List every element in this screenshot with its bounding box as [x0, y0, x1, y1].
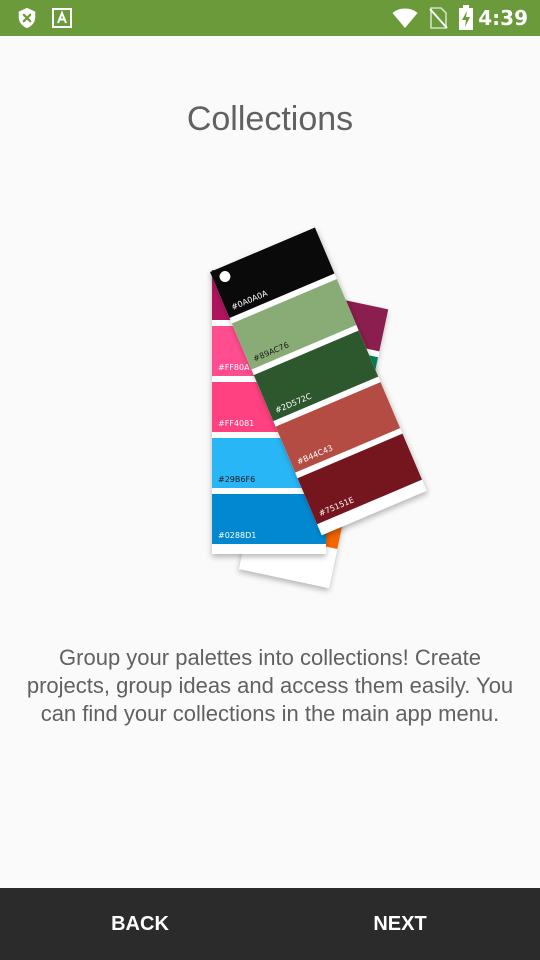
swatch-label: #FF80A [218, 363, 250, 372]
page-description: Group your palettes into collections! Cr… [26, 645, 514, 726]
battery-charging-icon [458, 0, 474, 36]
palette-fan-illustration: #B45 #00835B #0B0600 #F56600 #FF80A #FF4… [110, 210, 450, 600]
swatch-label: #29B6F6 [218, 475, 255, 484]
wifi-icon [392, 0, 418, 36]
back-button[interactable]: BACK [40, 888, 240, 960]
swatch-label: #FF4081 [218, 419, 254, 428]
text-a-icon [52, 0, 72, 36]
bottom-navigation-bar: BACK NEXT [0, 888, 540, 960]
swatch-label: #0288D1 [218, 531, 256, 540]
next-button[interactable]: NEXT [300, 888, 500, 960]
shield-x-icon [16, 0, 38, 36]
status-time: 4:39 [478, 6, 528, 30]
status-bar: 4:39 [0, 0, 540, 36]
page-title: Collections [186, 100, 354, 138]
no-sim-icon [428, 0, 448, 36]
